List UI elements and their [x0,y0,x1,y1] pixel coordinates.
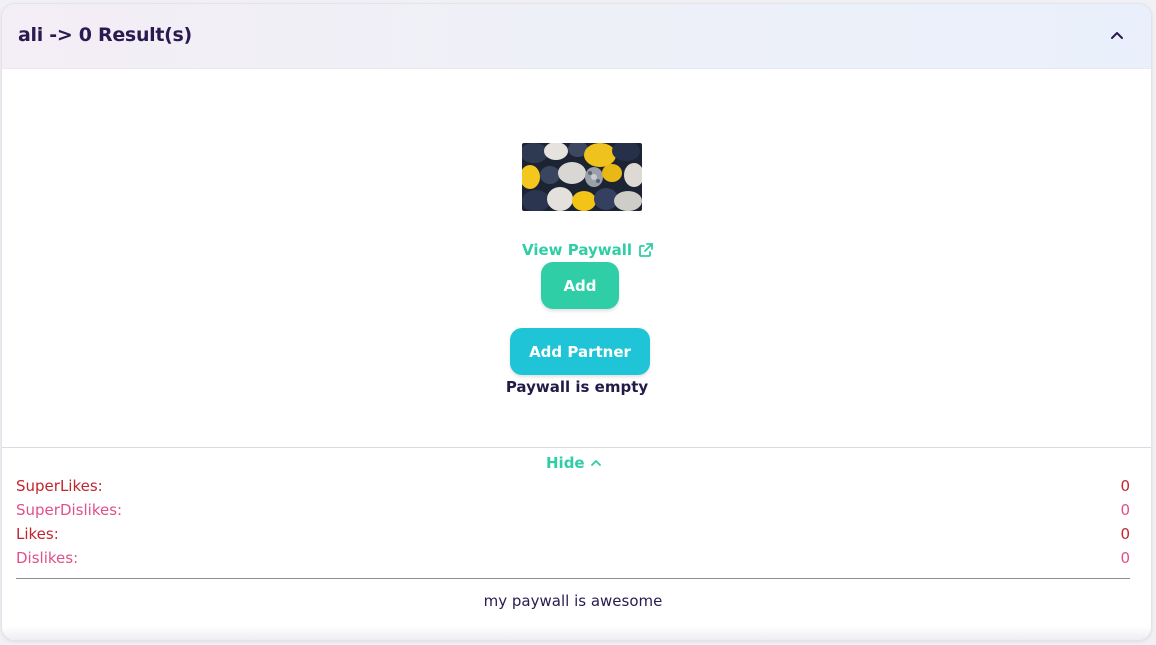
paywall-description: my paywall is awesome [483,592,663,610]
stat-row-superlikes: SuperLikes: 0 [16,475,1130,497]
hide-label: Hide [546,454,585,472]
stat-value: 0 [1120,549,1130,567]
chevron-up-icon[interactable] [1109,28,1125,42]
chevron-up-icon [590,460,601,466]
stats-divider [16,578,1130,579]
stat-row-superdislikes: SuperDislikes: 0 [16,499,1130,521]
card-footer [2,626,1151,640]
add-button[interactable]: Add [541,262,619,309]
stat-label: Likes: [16,525,59,543]
pebbles-image [522,143,642,211]
section-divider [2,447,1151,448]
stat-value: 0 [1120,525,1130,543]
stat-row-likes: Likes: 0 [16,523,1130,545]
view-paywall-link[interactable]: View Paywall [522,240,654,260]
stat-label: Dislikes: [16,549,79,567]
paywall-empty-message: Paywall is empty [505,378,649,396]
stat-value: 0 [1120,501,1130,519]
external-link-icon [639,243,653,257]
stat-label: SuperLikes: [16,477,103,495]
paywall-image [522,143,642,211]
stat-row-dislikes: Dislikes: 0 [16,547,1130,569]
add-partner-button[interactable]: Add Partner [510,328,650,375]
hide-stats-toggle[interactable]: Hide [546,454,602,472]
paywall-card: ali -> 0 Result(s) View Paywall Add Add … [1,3,1152,641]
accordion-header[interactable]: ali -> 0 Result(s) [2,4,1151,69]
stat-label: SuperDislikes: [16,501,123,519]
header-title: ali -> 0 Result(s) [18,24,192,46]
stat-value: 0 [1120,477,1130,495]
view-paywall-label: View Paywall [522,241,633,259]
